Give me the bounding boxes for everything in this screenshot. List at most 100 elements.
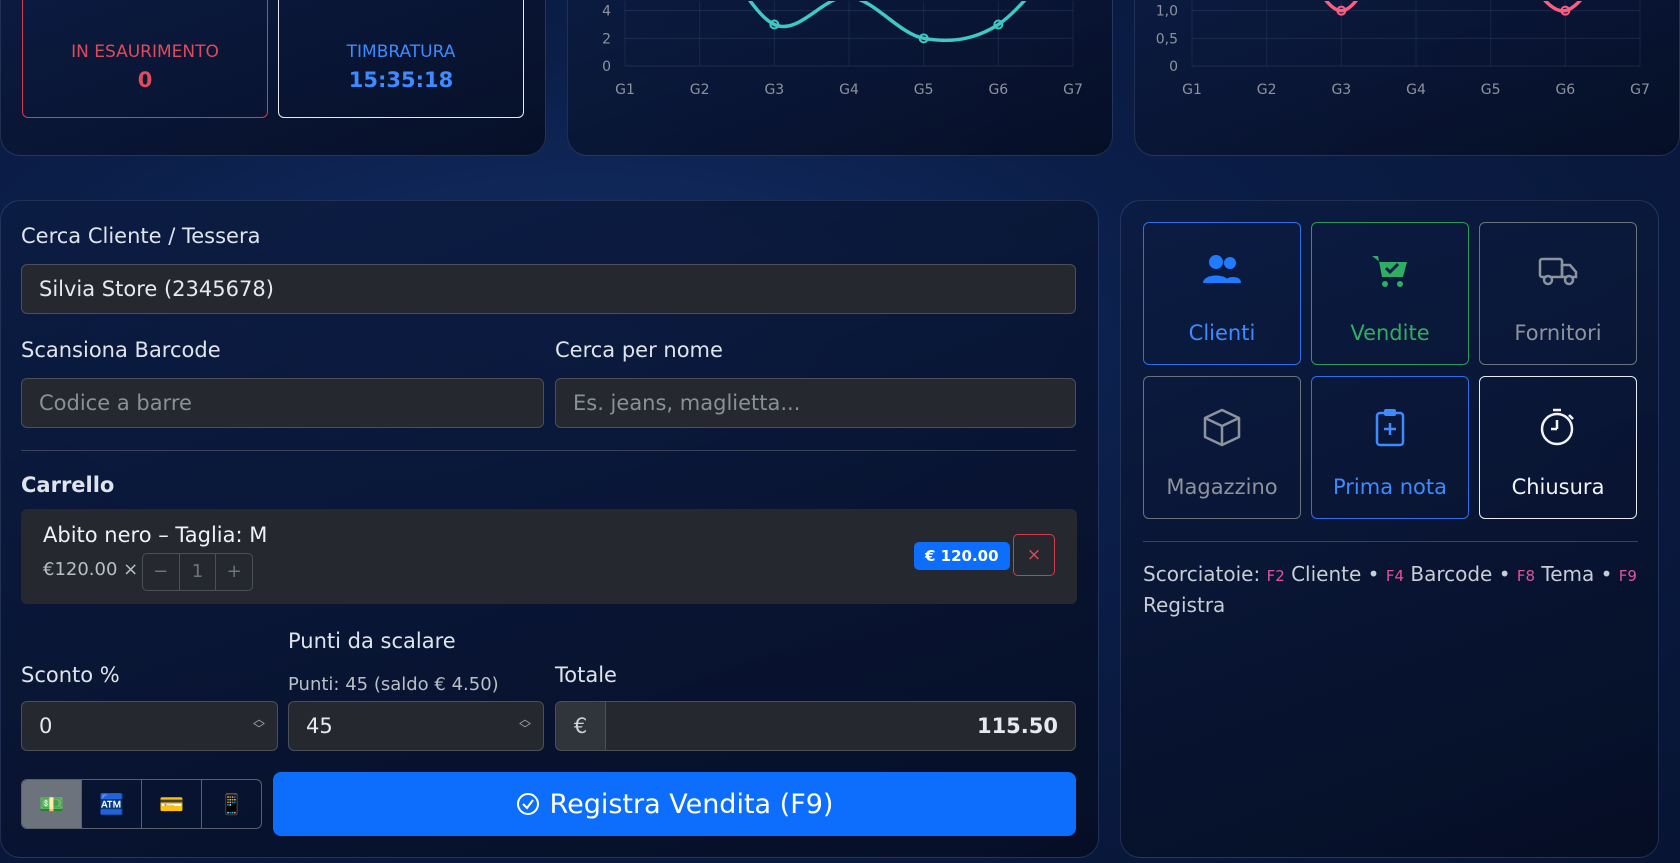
x-tick-label: G6 bbox=[1555, 82, 1575, 98]
users-icon bbox=[1203, 255, 1241, 283]
cart-check-icon bbox=[1372, 256, 1407, 287]
clock-label: TIMBRATURA bbox=[346, 42, 456, 62]
total-label: Totale bbox=[555, 663, 617, 687]
x-tick-label: G3 bbox=[764, 82, 784, 98]
y-tick-label: 2 bbox=[602, 31, 611, 47]
points-value: 45 bbox=[306, 714, 333, 738]
tile-label: Magazzino bbox=[1166, 475, 1278, 499]
shortcut-sep: • bbox=[1367, 562, 1380, 586]
atm-payment-button[interactable]: 🏧 bbox=[81, 780, 141, 828]
y-tick-label: 0 bbox=[602, 59, 611, 75]
y-tick-label: 4 bbox=[602, 4, 611, 20]
low-stock-label: IN ESAURIMENTO bbox=[71, 42, 219, 62]
x-tick-label: G5 bbox=[914, 82, 934, 98]
customer-search-input[interactable]: Silvia Store (2345678) bbox=[21, 264, 1076, 314]
clock-stat[interactable]: TIMBRATURA 15:35:18 bbox=[278, 0, 524, 118]
tile-chiusura[interactable]: Chiusura bbox=[1479, 376, 1637, 519]
kbd-f9: F9 bbox=[1618, 567, 1637, 585]
qty-decrement-button[interactable]: − bbox=[143, 554, 179, 590]
shortcut-barcode: Barcode bbox=[1410, 562, 1493, 586]
qty-input[interactable]: 1 bbox=[178, 554, 216, 590]
cash-payment-button[interactable]: 💵 bbox=[22, 780, 81, 828]
cart-title: Carrello bbox=[21, 473, 115, 497]
shortcut-tema: Tema bbox=[1541, 562, 1595, 586]
tile-vendite[interactable]: Vendite bbox=[1311, 222, 1469, 365]
name-search-label: Cerca per nome bbox=[555, 338, 723, 362]
points-input[interactable]: 45 ︿ ﹀ bbox=[288, 701, 544, 751]
x-tick-label: G2 bbox=[690, 82, 710, 98]
discount-spinner-icon[interactable]: ︿ ﹀ bbox=[253, 713, 265, 735]
cart-item-unit-price: €120.00 × bbox=[43, 559, 139, 580]
line-chart-1: 0246G1G2G3G4G5G6G7 bbox=[602, 1, 1083, 98]
shortcut-sep: • bbox=[1498, 562, 1511, 586]
mobile-payment-button[interactable]: 📱 bbox=[201, 780, 261, 828]
tile-clienti[interactable]: Clienti bbox=[1143, 222, 1301, 365]
barcode-label: Scansiona Barcode bbox=[21, 338, 221, 362]
tile-label: Chiusura bbox=[1511, 475, 1605, 499]
x-tick-label: G1 bbox=[615, 82, 635, 98]
chart-card-2: 00,51,01,5G1G2G3G4G5G6G7 bbox=[1134, 0, 1680, 156]
discount-input[interactable]: 0 ︿ ﹀ bbox=[21, 701, 278, 751]
total-input[interactable]: 115.50 bbox=[605, 701, 1076, 751]
x-tick-label: G7 bbox=[1630, 82, 1650, 98]
shortcut-sep: • bbox=[1600, 562, 1613, 586]
qty-increment-button[interactable]: + bbox=[215, 554, 252, 590]
kbd-f2: F2 bbox=[1266, 567, 1285, 585]
points-spinner-icon[interactable]: ︿ ﹀ bbox=[519, 713, 531, 735]
card-payment-button[interactable]: 💳 bbox=[141, 780, 201, 828]
clipboard-plus-icon bbox=[1375, 409, 1405, 447]
nav-divider bbox=[1143, 541, 1638, 542]
y-tick-label: 0 bbox=[1169, 59, 1178, 75]
discount-value: 0 bbox=[39, 714, 53, 738]
tile-label: Fornitori bbox=[1514, 321, 1602, 345]
currency-prefix: € bbox=[555, 701, 606, 751]
chart-card-1: 0246G1G2G3G4G5G6G7 bbox=[567, 0, 1113, 156]
kbd-f4: F4 bbox=[1385, 567, 1404, 585]
tile-label: Vendite bbox=[1350, 321, 1430, 345]
points-label: Punti da scalare bbox=[288, 629, 456, 653]
tile-fornitori[interactable]: Fornitori bbox=[1479, 222, 1637, 365]
y-tick-label: 1,0 bbox=[1156, 4, 1178, 20]
stopwatch-icon bbox=[1540, 408, 1574, 446]
remove-item-button[interactable]: × bbox=[1013, 534, 1055, 576]
warning-icon bbox=[125, 0, 165, 4]
low-stock-value: 0 bbox=[137, 68, 153, 92]
x-tick-label: G1 bbox=[1182, 82, 1202, 98]
cart-item: Abito nero – Taglia: M €120.00 × − 1 + €… bbox=[21, 509, 1077, 604]
x-tick-label: G3 bbox=[1331, 82, 1351, 98]
shortcut-registra: Registra bbox=[1143, 593, 1226, 617]
y-tick-label: 0,5 bbox=[1156, 31, 1178, 47]
name-search-input[interactable]: Es. jeans, maglietta... bbox=[555, 378, 1076, 428]
box-icon bbox=[1203, 408, 1241, 447]
x-tick-label: G6 bbox=[988, 82, 1008, 98]
x-tick-label: G4 bbox=[839, 82, 859, 98]
x-tick-label: G4 bbox=[1406, 82, 1426, 98]
register-sale-label: Registra Vendita (F9) bbox=[549, 788, 834, 820]
tile-label: Prima nota bbox=[1332, 475, 1448, 499]
register-sale-button[interactable]: Registra Vendita (F9) bbox=[273, 772, 1076, 836]
shortcut-cliente: Cliente bbox=[1291, 562, 1362, 586]
x-tick-label: G5 bbox=[1481, 82, 1501, 98]
payment-method-group: 💵 🏧 💳 📱 bbox=[21, 779, 262, 829]
shortcuts-prefix: Scorciatoie: bbox=[1143, 562, 1261, 586]
kbd-f8: F8 bbox=[1516, 567, 1536, 585]
x-tick-label: G2 bbox=[1257, 82, 1277, 98]
discount-label: Sconto % bbox=[21, 663, 120, 687]
tile-magazzino[interactable]: Magazzino bbox=[1143, 376, 1301, 519]
line-total-badge: € 120.00 bbox=[914, 542, 1010, 570]
shortcuts-hint: Scorciatoie: F2 Cliente • F4 Barcode • F… bbox=[1143, 560, 1638, 620]
tile-prima-nota[interactable]: Prima nota bbox=[1311, 376, 1469, 519]
clock-icon bbox=[381, 0, 421, 4]
quantity-stepper: − 1 + bbox=[142, 553, 253, 591]
truck-icon bbox=[1538, 257, 1578, 286]
customer-label: Cerca Cliente / Tessera bbox=[21, 224, 261, 248]
check-circle-icon bbox=[516, 793, 539, 815]
low-stock-stat[interactable]: IN ESAURIMENTO 0 bbox=[22, 0, 268, 118]
clock-value: 15:35:18 bbox=[348, 68, 454, 92]
line-chart-2: 00,51,01,5G1G2G3G4G5G6G7 bbox=[1156, 1, 1650, 98]
barcode-input[interactable]: Codice a barre bbox=[21, 378, 544, 428]
stats-card: IN ESAURIMENTO 0 TIMBRATURA 15:35:18 bbox=[0, 0, 546, 156]
tile-label: Clienti bbox=[1188, 321, 1256, 345]
points-info: Punti: 45 (saldo € 4.50) bbox=[288, 674, 499, 695]
x-tick-label: G7 bbox=[1063, 82, 1083, 98]
